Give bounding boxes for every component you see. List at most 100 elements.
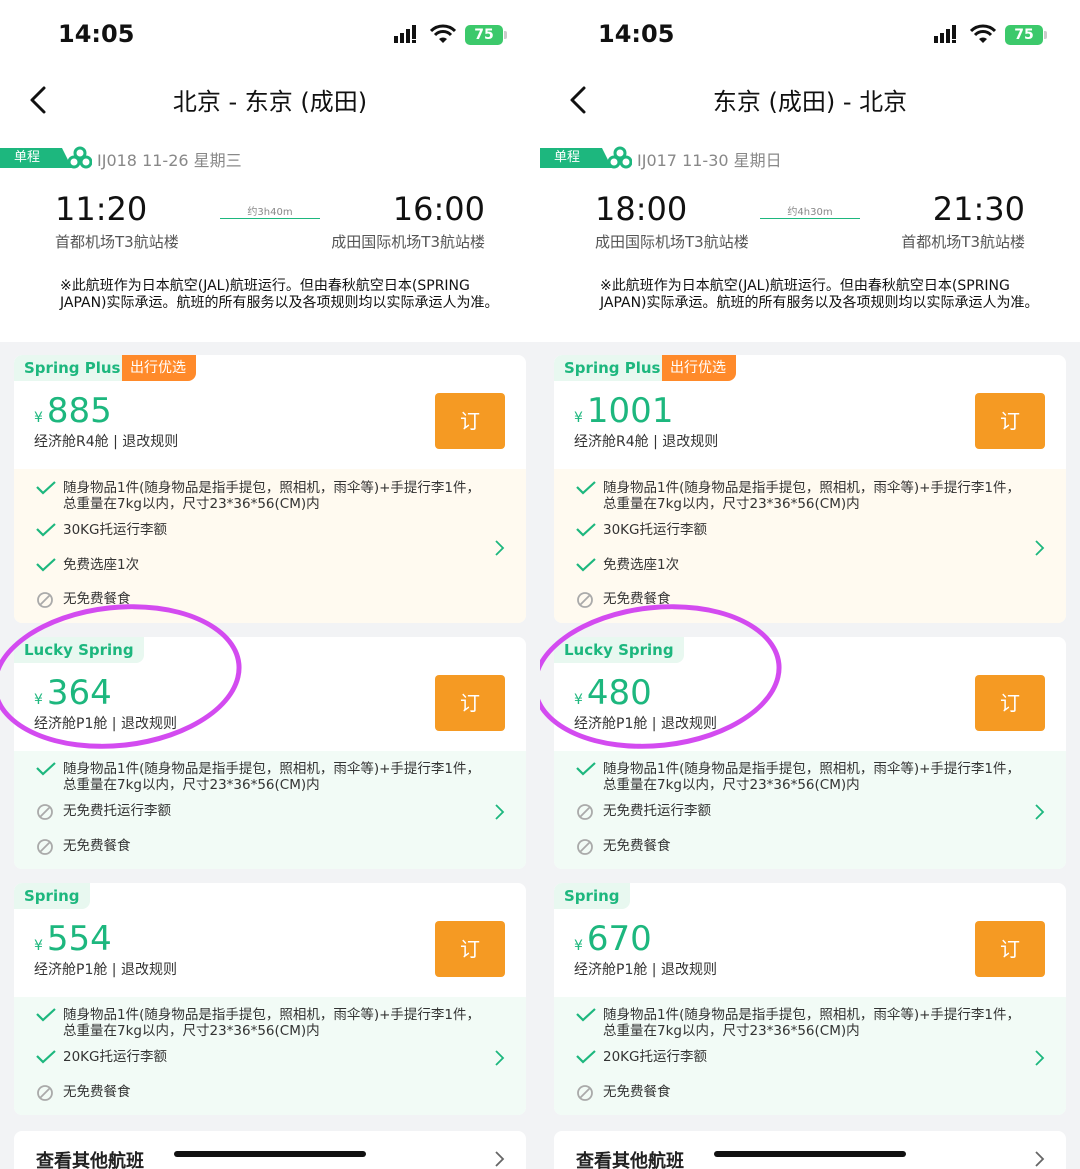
feature-item: 30KG托运行李额 [576,522,1033,538]
fare-product-name: Spring [554,883,630,909]
check-icon [576,762,596,776]
check-icon [36,481,56,495]
recommended-badge: 出行优选 [662,355,736,381]
feature-item: 30KG托运行李额 [36,522,493,538]
cabin-class-rules-link[interactable]: 经济舱P1舱 | 退改规则 [34,713,177,733]
feature-item: 无免费餐食 [36,838,493,855]
fare-product-name: Lucky Spring [554,637,684,663]
departure-time: 18:00 [595,190,688,228]
feature-item: 无免费餐食 [576,591,1033,608]
fare-features[interactable]: 随身物品1件(随身物品是指手提包，照相机，雨伞等)+手提行李1件，总重量在7kg… [14,997,526,1115]
book-button[interactable]: 订 [435,921,505,977]
feature-item: 随身物品1件(随身物品是指手提包，照相机，雨伞等)+手提行李1件，总重量在7kg… [576,1007,1033,1039]
feature-text: 随身物品1件(随身物品是指手提包，照相机，雨伞等)+手提行李1件，总重量在7kg… [603,480,1021,512]
fare-card: Spring Plus 出行优选 ¥885 经济舱R4舱 | 退改规则 订随身物品1件(… [14,355,526,623]
check-icon [576,481,596,495]
arrival-airport: 成田国际机场T3航站楼 [331,233,485,251]
feature-text: 无免费托运行李额 [603,803,711,819]
wifi-icon [970,24,996,43]
spring-airlines-logo-icon [68,146,92,169]
feature-text: 随身物品1件(随身物品是指手提包，照相机，雨伞等)+手提行李1件，总重量在7kg… [603,1007,1021,1039]
fare-features[interactable]: 随身物品1件(随身物品是指手提包，照相机，雨伞等)+手提行李1件，总重量在7kg… [14,469,526,623]
cabin-class-rules-link[interactable]: 经济舱P1舱 | 退改规则 [574,959,717,979]
fare-features[interactable]: 随身物品1件(随身物品是指手提包，照相机，雨伞等)+手提行李1件，总重量在7kg… [554,469,1066,623]
flight-number-date: IJ018 11-26 星期三 [97,151,242,170]
spring-airlines-logo-icon [608,146,632,169]
check-icon [576,1008,596,1022]
feature-text: 无免费餐食 [603,838,671,854]
chevron-right-icon [1035,1050,1045,1066]
departure-time: 11:20 [55,190,148,228]
page-title: 东京 (成田) - 北京 [712,88,908,116]
fare-card: Spring Plus 出行优选 ¥1001 经济舱R4舱 | 退改规则 订随身物品1件… [554,355,1066,623]
duration-line [220,218,320,219]
chevron-right-icon [495,1151,505,1167]
feature-item: 随身物品1件(随身物品是指手提包，照相机，雨伞等)+手提行李1件，总重量在7kg… [36,761,493,793]
cabin-class-rules-link[interactable]: 经济舱P1舱 | 退改规则 [34,959,177,979]
fare-features[interactable]: 随身物品1件(随身物品是指手提包，照相机，雨伞等)+手提行李1件，总重量在7kg… [554,751,1066,869]
feature-item: 随身物品1件(随身物品是指手提包，照相机，雨伞等)+手提行李1件，总重量在7kg… [36,480,493,512]
book-button[interactable]: 订 [975,675,1045,731]
unavailable-icon [37,804,53,820]
feature-text: 无免费托运行李额 [63,803,171,819]
other-flights-label: 查看其他航班 [36,1151,144,1169]
trip-type-tag: 单程 [540,148,612,168]
cabin-class-rules-link[interactable]: 经济舱P1舱 | 退改规则 [574,713,717,733]
currency-symbol: ¥ [34,938,43,954]
flight-duration: 约3h40m [247,207,293,218]
check-icon [576,558,596,572]
fare-product-name: Spring Plus [14,355,131,381]
price-amount: 480 [586,673,652,713]
fare-product-name: Spring Plus [554,355,671,381]
feature-text: 无免费餐食 [603,1084,671,1100]
book-button[interactable]: 订 [435,675,505,731]
other-flights-row[interactable]: 查看其他航班 [554,1131,1066,1169]
cabin-class-rules-link[interactable]: 经济舱R4舱 | 退改规则 [34,431,178,451]
chevron-right-icon [1035,804,1045,820]
fare-price: ¥885 [34,391,112,431]
feature-item: 免费选座1次 [36,557,493,573]
chevron-right-icon [1035,1151,1045,1167]
status-bar: 14:05 75 [0,0,540,70]
flight-duration: 约4h30m [787,207,833,218]
cabin-class-rules-link[interactable]: 经济舱R4舱 | 退改规则 [574,431,718,451]
feature-text: 随身物品1件(随身物品是指手提包，照相机，雨伞等)+手提行李1件，总重量在7kg… [63,1007,481,1039]
book-button[interactable]: 订 [975,393,1045,449]
fare-card: Lucky Spring ¥364 经济舱P1舱 | 退改规则 订随身物品1件(随身物… [14,637,526,869]
feature-text: 30KG托运行李额 [63,522,167,538]
flight-number-date: IJ017 11-30 星期日 [637,151,782,170]
fare-price: ¥480 [574,673,652,713]
fare-features[interactable]: 随身物品1件(随身物品是指手提包，照相机，雨伞等)+手提行李1件，总重量在7kg… [14,751,526,869]
feature-item: 随身物品1件(随身物品是指手提包，照相机，雨伞等)+手提行李1件，总重量在7kg… [576,480,1033,512]
fare-price: ¥1001 [574,391,673,431]
fare-card: Spring ¥670 经济舱P1舱 | 退改规则 订随身物品1件(随身物品是指手提包… [554,883,1066,1115]
book-button[interactable]: 订 [435,393,505,449]
unavailable-icon [577,1085,593,1101]
currency-symbol: ¥ [34,410,43,426]
currency-symbol: ¥ [34,692,43,708]
feature-item: 免费选座1次 [576,557,1033,573]
screenshot-pair: 14:05 75 北京 - 东京 (成田) 单程 IJ018 11-26 星期三… [0,0,1080,1169]
fare-price: ¥554 [34,919,112,959]
arrival-time: 21:30 [932,190,1025,228]
feature-item: 20KG托运行李额 [36,1049,493,1065]
check-icon [576,523,596,537]
currency-symbol: ¥ [574,692,583,708]
fare-price: ¥364 [34,673,112,713]
other-flights-label: 查看其他航班 [576,1151,684,1169]
unavailable-icon [577,804,593,820]
status-time: 14:05 [58,20,135,48]
fare-features[interactable]: 随身物品1件(随身物品是指手提包，照相机，雨伞等)+手提行李1件，总重量在7kg… [554,997,1066,1115]
status-bar: 14:05 75 [540,0,1080,70]
departure-airport: 首都机场T3航站楼 [55,233,179,251]
unavailable-icon [37,839,53,855]
unavailable-icon [37,592,53,608]
feature-text: 无免费餐食 [63,591,131,607]
chevron-right-icon [1035,540,1045,556]
book-button[interactable]: 订 [975,921,1045,977]
other-flights-row[interactable]: 查看其他航班 [14,1131,526,1169]
feature-text: 20KG托运行李额 [603,1049,707,1065]
flight-info-panel: 单程 IJ017 11-30 星期日 18:00 约4h30m 21:30 成田… [540,128,1080,342]
home-indicator [714,1151,906,1157]
feature-item: 无免费餐食 [36,1084,493,1101]
